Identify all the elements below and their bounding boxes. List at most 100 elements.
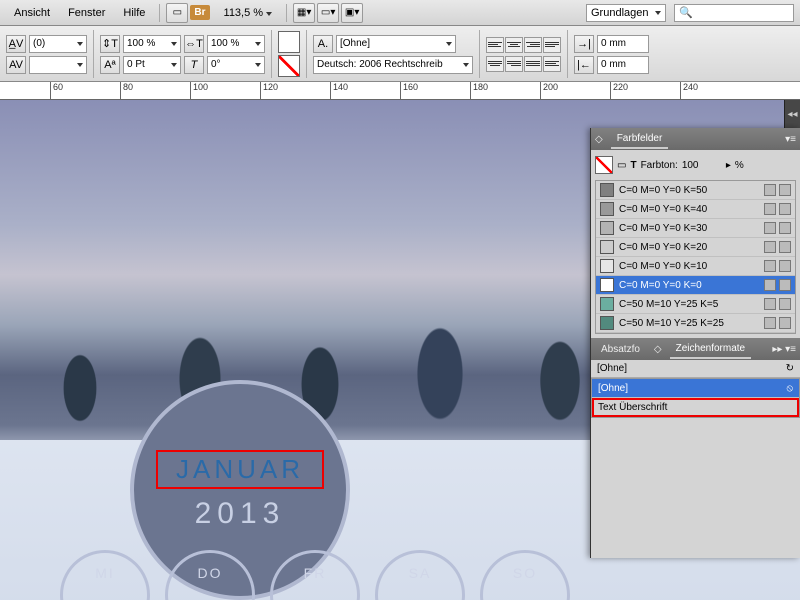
chevron-down-icon [266, 12, 272, 16]
vscale-input[interactable]: 100 % [123, 35, 181, 53]
language-select[interactable]: Deutsch: 2006 Rechtschreib [313, 56, 473, 74]
swatch-row[interactable]: C=0 M=0 Y=0 K=20 [596, 238, 795, 257]
hscale-icon[interactable]: ⇔T [184, 35, 204, 53]
justify-center-button[interactable] [486, 56, 504, 72]
styles-body: [Ohne] ↻ [Ohne]⦸Text Überschrift [591, 360, 800, 558]
swatch-cmyk-icon [779, 241, 791, 253]
style-list[interactable]: [Ohne]⦸Text Überschrift [591, 378, 800, 418]
swatch-row[interactable]: C=50 M=10 Y=25 K=25 [596, 314, 795, 333]
kerning-icon[interactable]: A̲V [6, 35, 26, 53]
refresh-icon[interactable]: ↻ [786, 363, 794, 374]
right-indent-icon[interactable]: |← [574, 56, 594, 74]
month-text[interactable]: JANUAR [176, 454, 304, 485]
justify-all-button[interactable] [524, 56, 542, 72]
swatch-row[interactable]: C=50 M=10 Y=25 K=5 [596, 295, 795, 314]
align-right-button[interactable] [524, 37, 542, 53]
vscale-icon[interactable]: ⇕T [100, 35, 120, 53]
year-text[interactable]: 2013 [195, 497, 286, 531]
tab-farbfelder[interactable]: Farbfelder [611, 130, 669, 149]
fill-swatch[interactable] [278, 31, 300, 53]
swatch-global-icon [764, 298, 776, 310]
swatches-body: ▭ T Farbton: 100 ▸ % C=0 M=0 Y=0 K=50C=0… [591, 150, 800, 338]
left-indent-input[interactable]: 0 mm [597, 35, 649, 53]
swatch-global-icon [764, 260, 776, 272]
swatch-row[interactable]: C=0 M=0 Y=0 K=10 [596, 257, 795, 276]
align-left-button[interactable] [486, 37, 504, 53]
kerning-input[interactable]: (0) [29, 35, 87, 53]
tab-zeichenformate[interactable]: Zeichenformate [670, 340, 751, 359]
view-options-icon[interactable]: ▦▾ [293, 3, 315, 23]
skew-value: 0° [211, 59, 221, 70]
bridge-button[interactable]: Br [190, 5, 209, 20]
justify-right-button[interactable] [505, 56, 523, 72]
swatch-list[interactable]: C=0 M=0 Y=0 K=50 C=0 M=0 Y=0 K=40 C=0 M=0 … [595, 180, 796, 334]
stroke-swatch[interactable] [278, 55, 300, 77]
skew-icon[interactable]: T [184, 56, 204, 74]
swatch-row[interactable]: C=0 M=0 Y=0 K=40 [596, 200, 795, 219]
swatch-label: C=0 M=0 Y=0 K=0 [619, 280, 702, 291]
tint-input[interactable]: 100 [682, 160, 722, 171]
ruler-tick: 100 [190, 82, 208, 100]
swatches-tabs: ◇ Farbfelder ▾≡ [591, 128, 800, 150]
panel-collapse-strip[interactable]: ◂◂ [784, 100, 800, 128]
align-center-button[interactable] [505, 37, 523, 53]
baseline-input[interactable]: 0 Pt [123, 56, 181, 74]
menu-ansicht[interactable]: Ansicht [6, 3, 58, 23]
char-style-icon[interactable]: A. [313, 35, 333, 53]
chevron-down-icon [446, 42, 452, 46]
style-row[interactable]: [Ohne]⦸ [592, 379, 799, 398]
paragraph-align-row2 [486, 56, 561, 72]
screen-icon[interactable]: ▣▾ [341, 3, 363, 23]
language-value: Deutsch: 2006 Rechtschreib [317, 59, 443, 70]
swatch-label: C=0 M=0 Y=0 K=30 [619, 223, 707, 234]
arrange-icon[interactable]: ▭▾ [317, 3, 339, 23]
swatch-row[interactable]: C=0 M=0 Y=0 K=0 [596, 276, 795, 295]
workspace-switcher[interactable]: Grundlagen [586, 4, 666, 22]
style-row[interactable]: Text Überschrift [592, 398, 799, 417]
swatch-chip [600, 259, 614, 273]
fill-select[interactable]: [Ohne] [336, 35, 456, 53]
swatch-chip [600, 316, 614, 330]
fill-proxy-swatch[interactable] [595, 156, 613, 174]
zoom-level[interactable]: 113,5 % [216, 3, 281, 23]
menu-fenster[interactable]: Fenster [60, 3, 113, 23]
search-input[interactable]: 🔍 [674, 4, 794, 22]
baseline-icon[interactable]: Aª [100, 56, 120, 74]
style-header-label: [Ohne] [597, 363, 627, 374]
ruler-tick: 140 [330, 82, 348, 100]
align-spine-button[interactable] [543, 56, 561, 72]
swatch-chip [600, 297, 614, 311]
swatch-global-icon [764, 241, 776, 253]
swatch-global-icon [764, 317, 776, 329]
chevron-down-icon [77, 42, 83, 46]
swatch-cmyk-icon [779, 317, 791, 329]
swatch-row[interactable]: C=0 M=0 Y=0 K=30 [596, 219, 795, 238]
left-indent-icon[interactable]: →| [574, 35, 594, 53]
menu-hilfe[interactable]: Hilfe [115, 3, 153, 23]
ruler-tick: 180 [470, 82, 488, 100]
swatch-label: C=0 M=0 Y=0 K=50 [619, 185, 707, 196]
text-toggle-icon[interactable]: T [630, 160, 636, 171]
tab-absatz[interactable]: Absatzfo [595, 341, 646, 358]
tracking-input[interactable] [29, 56, 87, 74]
ruler-tick: 160 [400, 82, 418, 100]
tracking-icon[interactable]: AV [6, 56, 26, 74]
swatch-chip [600, 221, 614, 235]
vscale-value: 100 % [127, 38, 155, 49]
tint-label: Farbton: [641, 160, 678, 171]
tint-unit: % [735, 160, 744, 171]
horizontal-ruler[interactable]: 406080100120140160180200220240 [0, 82, 800, 100]
justify-left-button[interactable] [543, 37, 561, 53]
panel-menu-icon[interactable]: ▸▸ ▾≡ [772, 344, 796, 355]
chevron-down-icon [655, 11, 661, 15]
panel-menu-icon[interactable]: ▾≡ [785, 134, 796, 145]
hscale-input[interactable]: 100 % [207, 35, 265, 53]
swatch-row[interactable]: C=0 M=0 Y=0 K=50 [596, 181, 795, 200]
skew-input[interactable]: 0° [207, 56, 265, 74]
container-toggle-icon[interactable]: ▭ [617, 160, 626, 171]
tint-slider-icon[interactable]: ▸ [726, 160, 731, 171]
style-label: [Ohne] [598, 383, 628, 394]
right-indent-input[interactable]: 0 mm [597, 56, 649, 74]
screen-mode-icon[interactable]: ▭ [166, 3, 188, 23]
styles-diamond-icon: ◇ [654, 344, 662, 355]
